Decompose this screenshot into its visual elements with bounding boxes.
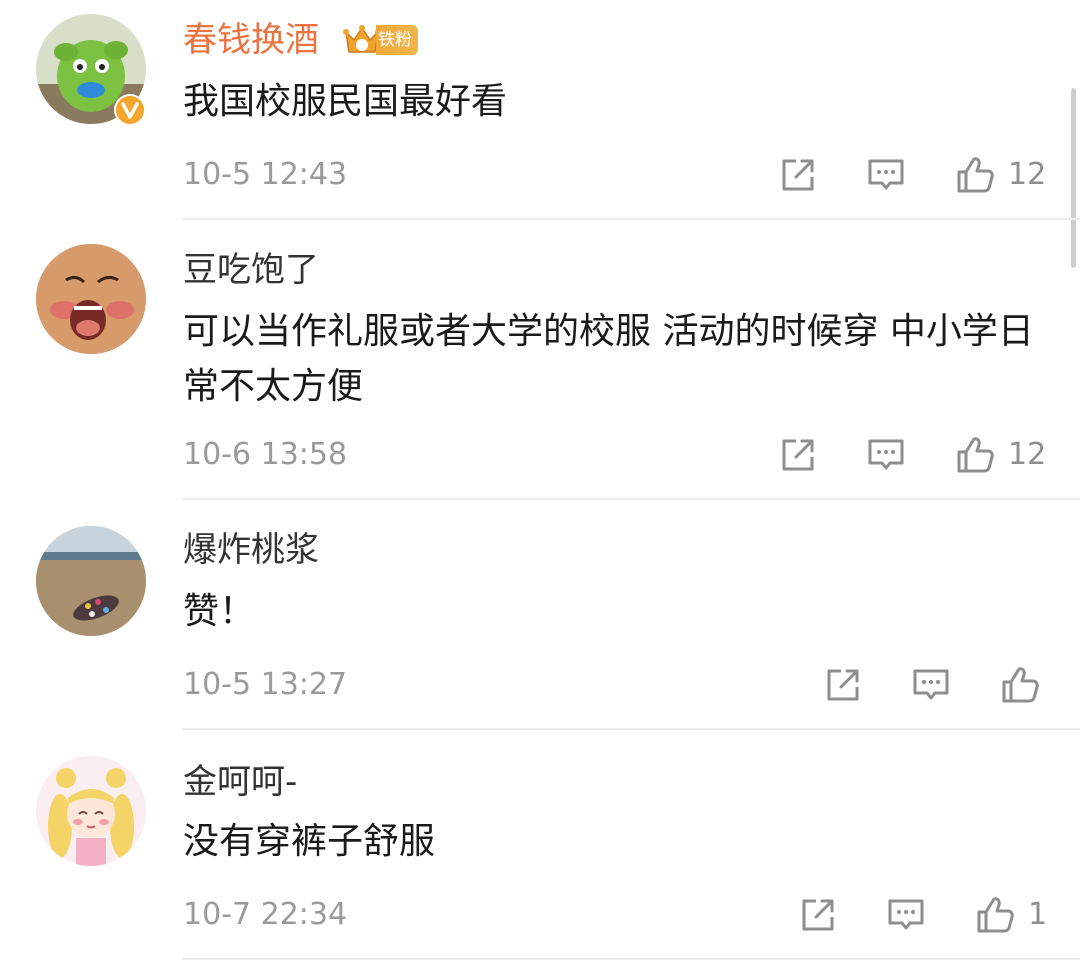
avatar[interactable] [36,756,146,866]
comment-item: 金呵呵- 没有穿裤子舒服 10-7 22:34 1 [0,0,1080,962]
comment-text: 没有穿裤子舒服 [183,821,436,862]
thumbs-up-icon[interactable] [975,895,1015,935]
divider [183,958,1080,960]
comment-icon[interactable] [886,895,926,935]
username[interactable]: 金呵呵- [183,762,297,802]
like-count: 1 [1028,897,1048,932]
timestamp: 10-7 22:34 [183,897,348,932]
share-icon[interactable] [798,895,838,935]
